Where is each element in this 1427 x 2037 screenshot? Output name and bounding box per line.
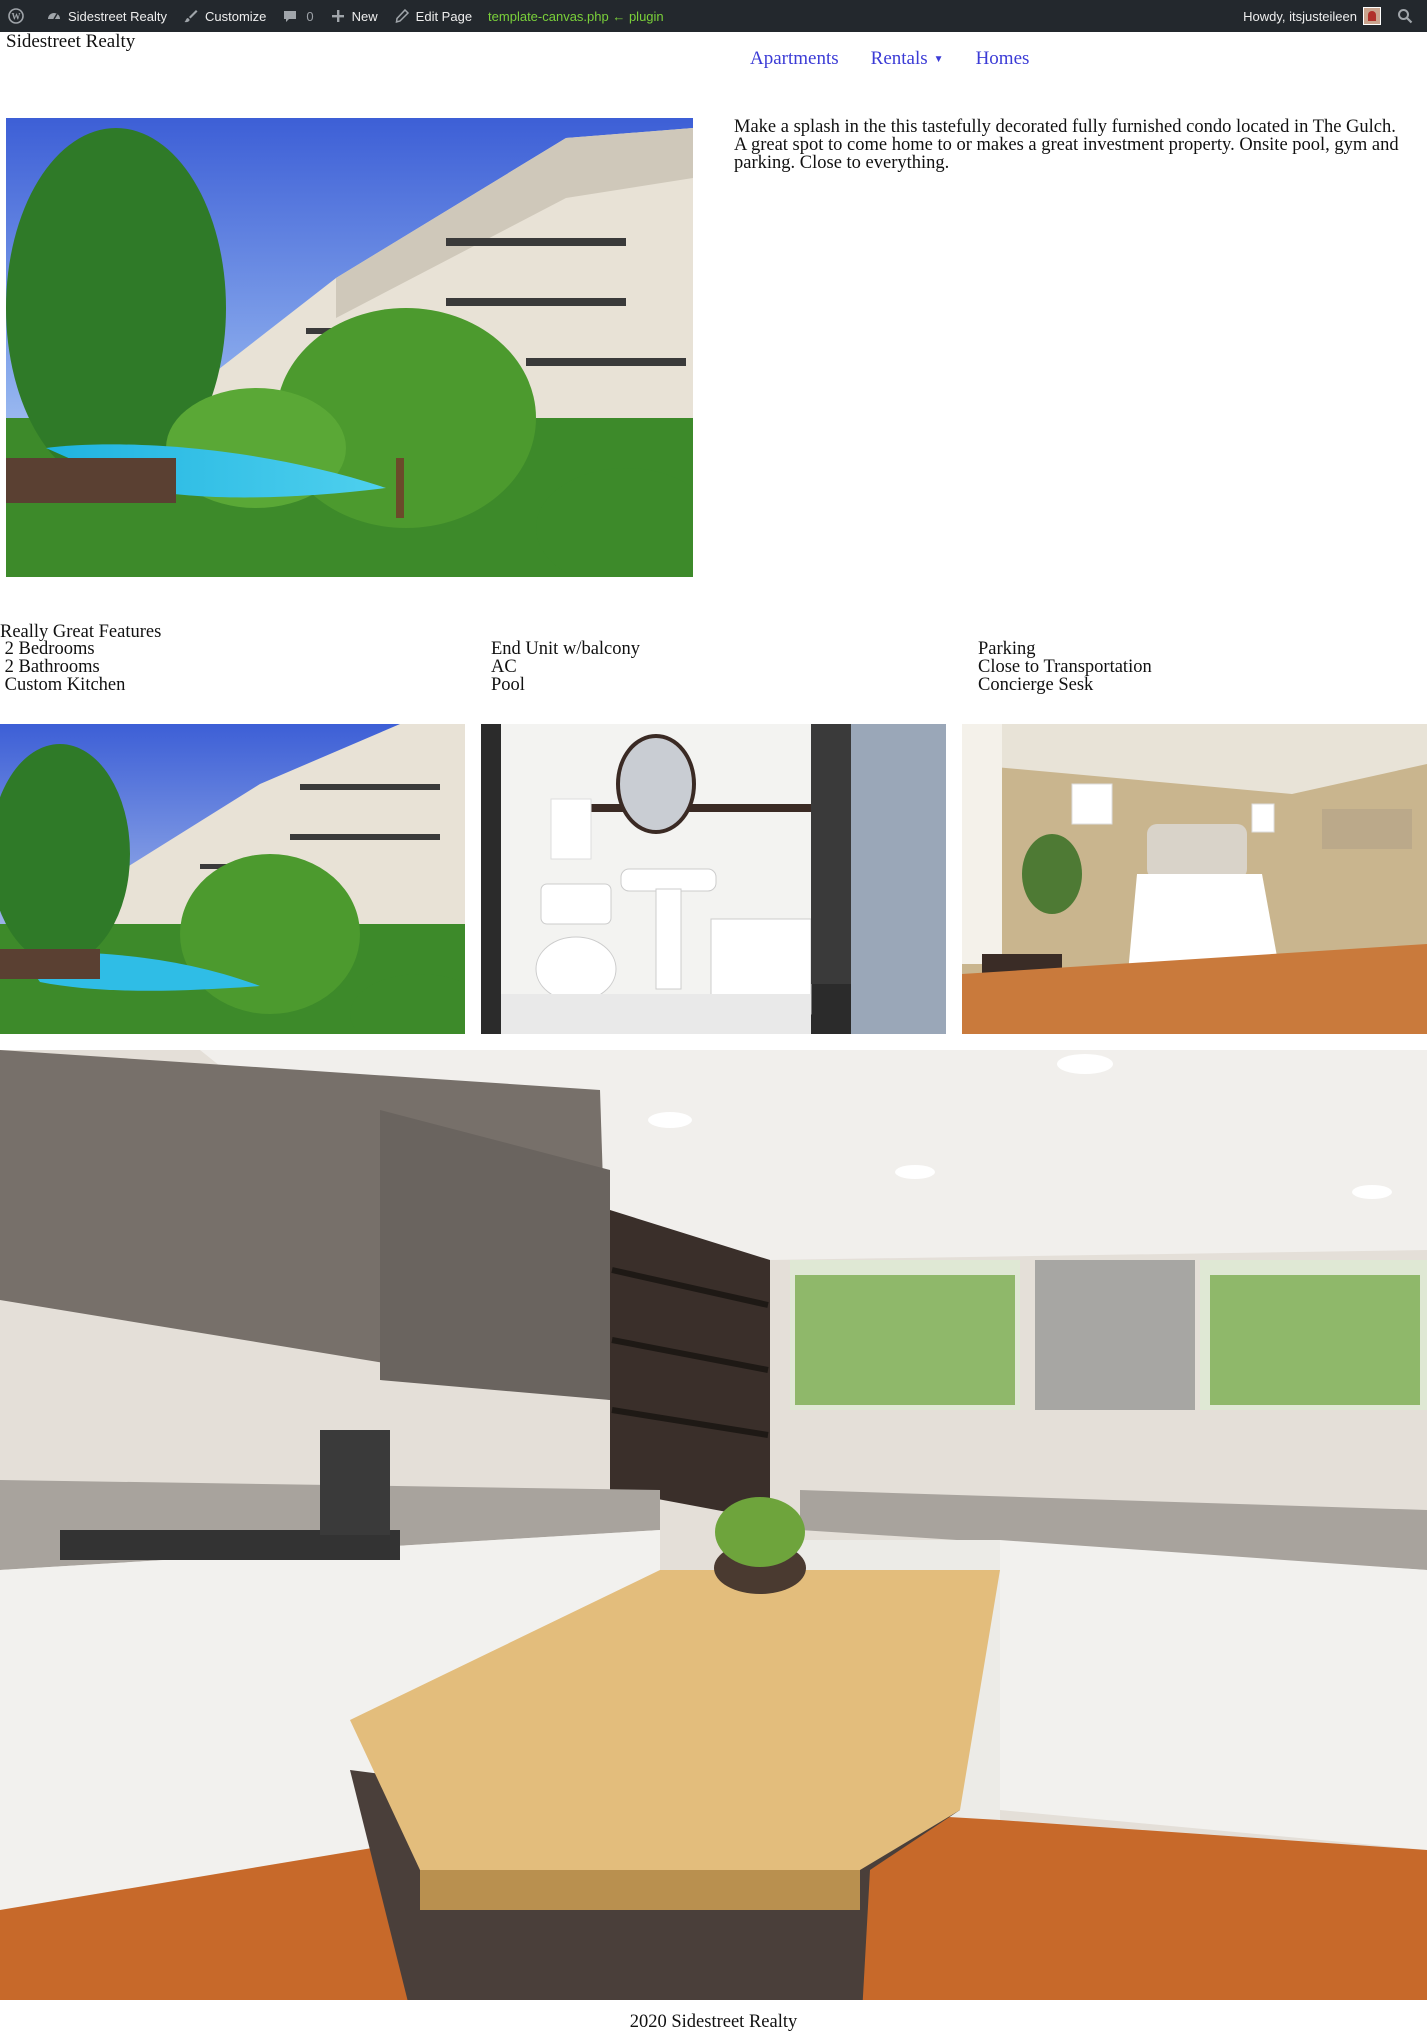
gallery-bathroom-photo[interactable] [481, 724, 946, 1034]
features-column-3: Parking Close to Transportation Concierg… [978, 639, 1152, 695]
wordpress-logo-menu[interactable]: W [0, 0, 38, 32]
avatar [1363, 7, 1381, 25]
nav-apartments[interactable]: Apartments [750, 48, 839, 70]
admin-site-name-label: Sidestreet Realty [68, 8, 167, 24]
pencil-icon [394, 8, 410, 24]
nav-homes-label: Homes [975, 48, 1030, 69]
paintbrush-icon [183, 8, 199, 24]
nav-rentals[interactable]: Rentals ▼ [871, 48, 944, 70]
search-icon [1397, 8, 1413, 24]
customize-link[interactable]: Customize [175, 0, 274, 32]
feature-item: End Unit w/balcony [491, 639, 641, 659]
plus-icon [330, 8, 346, 24]
site-title[interactable]: Sidestreet Realty [6, 31, 135, 53]
wordpress-icon: W [8, 8, 24, 24]
comments-link[interactable]: 0 [274, 0, 321, 32]
admin-bar: W Sidestreet Realty Customize 0 New Edit… [0, 0, 1427, 32]
feature-item: AC [491, 657, 517, 677]
nav-rentals-label: Rentals [870, 48, 928, 69]
comments-count: 0 [306, 8, 314, 24]
gallery-condo-exterior-photo[interactable] [0, 724, 465, 1034]
admin-search-button[interactable] [1389, 0, 1427, 32]
footer-copyright: 2020 Sidestreet Realty [629, 2012, 798, 2032]
comment-icon [282, 8, 298, 24]
features-column-2: End Unit w/balcony AC Pool [491, 639, 641, 695]
hero-condo-pool-photo [6, 118, 693, 577]
edit-page-label: Edit Page [415, 8, 473, 24]
feature-item: 2 Bedrooms [0, 639, 95, 659]
feature-item: Concierge Sesk [978, 675, 1094, 695]
nav-apartments-label: Apartments [750, 48, 839, 69]
site-footer: 2020 Sidestreet Realty [0, 2012, 1427, 2033]
admin-site-name-link[interactable]: Sidestreet Realty [38, 0, 175, 32]
new-label: New [351, 8, 378, 24]
chevron-down-icon: ▼ [933, 53, 944, 65]
account-menu[interactable]: Howdy, itsjusteileen [1235, 0, 1389, 32]
new-content-link[interactable]: New [322, 0, 386, 32]
feature-item: Custom Kitchen [0, 675, 126, 695]
feature-item: Close to Transportation [978, 657, 1152, 677]
feature-item: 2 Bathrooms [0, 657, 100, 677]
main-navigation: Apartments Rentals ▼ Homes [750, 48, 1061, 70]
kitchen-photo [0, 1050, 1427, 2000]
svg-text:W: W [12, 12, 21, 22]
gallery-bedroom-photo[interactable] [962, 724, 1427, 1034]
features-column-1: 2 Bedrooms 2 Bathrooms Custom Kitchen [0, 639, 126, 695]
customize-label: Customize [205, 8, 267, 24]
feature-item: Pool [491, 675, 525, 695]
nav-homes[interactable]: Homes [976, 48, 1030, 70]
dashboard-icon [46, 8, 62, 24]
howdy-label: Howdy, itsjusteileen [1243, 8, 1357, 24]
edit-page-link[interactable]: Edit Page [386, 0, 480, 32]
feature-item: Parking [978, 639, 1036, 659]
template-info[interactable]: template-canvas.php ← plugin [480, 0, 672, 32]
listing-description: Make a splash in the this tastefully dec… [734, 117, 1399, 173]
